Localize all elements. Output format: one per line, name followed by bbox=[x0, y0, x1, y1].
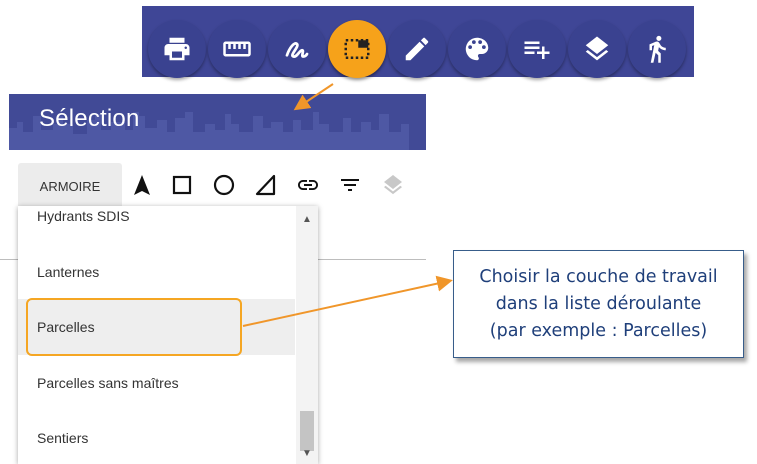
walk-icon bbox=[649, 35, 666, 63]
selection-button[interactable] bbox=[328, 20, 386, 78]
pointer-tool[interactable] bbox=[129, 170, 155, 200]
selection-header: Sélection bbox=[9, 94, 426, 150]
streetview-button[interactable] bbox=[628, 20, 686, 78]
layer-selector-button[interactable]: ARMOIRE bbox=[18, 163, 122, 209]
link-tool[interactable] bbox=[295, 170, 321, 200]
rectangle-tool[interactable] bbox=[169, 170, 195, 200]
layers-tool bbox=[380, 170, 406, 200]
selection-title: Sélection bbox=[39, 105, 140, 132]
callout-line: dans la liste déroulante bbox=[495, 293, 702, 314]
list-item[interactable]: Sentiers bbox=[18, 410, 295, 464]
layers-disabled-icon bbox=[384, 175, 402, 195]
filter-icon bbox=[341, 179, 359, 191]
add-list-button[interactable] bbox=[508, 20, 566, 78]
layers-icon bbox=[585, 36, 609, 61]
instruction-callout: Choisir la couche de travail dans la lis… bbox=[453, 250, 744, 358]
highlight-box bbox=[26, 298, 242, 356]
callout-line: Choisir la couche de travail bbox=[479, 266, 718, 287]
printer-icon bbox=[164, 37, 190, 61]
circle-tool[interactable] bbox=[211, 170, 237, 200]
list-item[interactable]: Hydrants SDIS bbox=[18, 206, 295, 244]
main-toolbar bbox=[142, 6, 694, 78]
ruler-icon bbox=[223, 41, 251, 57]
triangle-icon bbox=[255, 174, 276, 196]
measure-button[interactable] bbox=[208, 20, 266, 78]
style-button[interactable] bbox=[448, 20, 506, 78]
scrollbar[interactable]: ▲ ▼ bbox=[296, 206, 318, 464]
circle-icon bbox=[213, 174, 235, 196]
list-item[interactable]: Lanternes bbox=[18, 244, 295, 300]
link-icon bbox=[298, 180, 318, 190]
chevron-up-icon[interactable]: ▲ bbox=[296, 210, 318, 228]
selection-icon bbox=[344, 39, 370, 59]
draw-button[interactable] bbox=[388, 20, 446, 78]
square-icon bbox=[172, 175, 192, 195]
list-item[interactable]: Parcelles sans maîtres bbox=[18, 355, 295, 411]
playlist-add-icon bbox=[524, 41, 550, 59]
divider-line bbox=[318, 259, 426, 260]
freehand-icon bbox=[285, 42, 309, 58]
layers-button[interactable] bbox=[568, 20, 626, 78]
filter-tool[interactable] bbox=[337, 170, 363, 200]
print-button[interactable] bbox=[148, 20, 206, 78]
callout-text: Choisir la couche de travail dans la lis… bbox=[479, 264, 717, 345]
callout-line: (par exemple : Parcelles) bbox=[489, 320, 708, 341]
freehand-button[interactable] bbox=[268, 20, 326, 78]
palette-icon bbox=[465, 37, 489, 61]
chevron-down-icon[interactable]: ▼ bbox=[296, 444, 318, 462]
arrow-icon bbox=[134, 175, 150, 195]
divider-line bbox=[0, 259, 18, 260]
polygon-tool[interactable] bbox=[253, 170, 279, 200]
pencil-icon bbox=[405, 37, 429, 61]
